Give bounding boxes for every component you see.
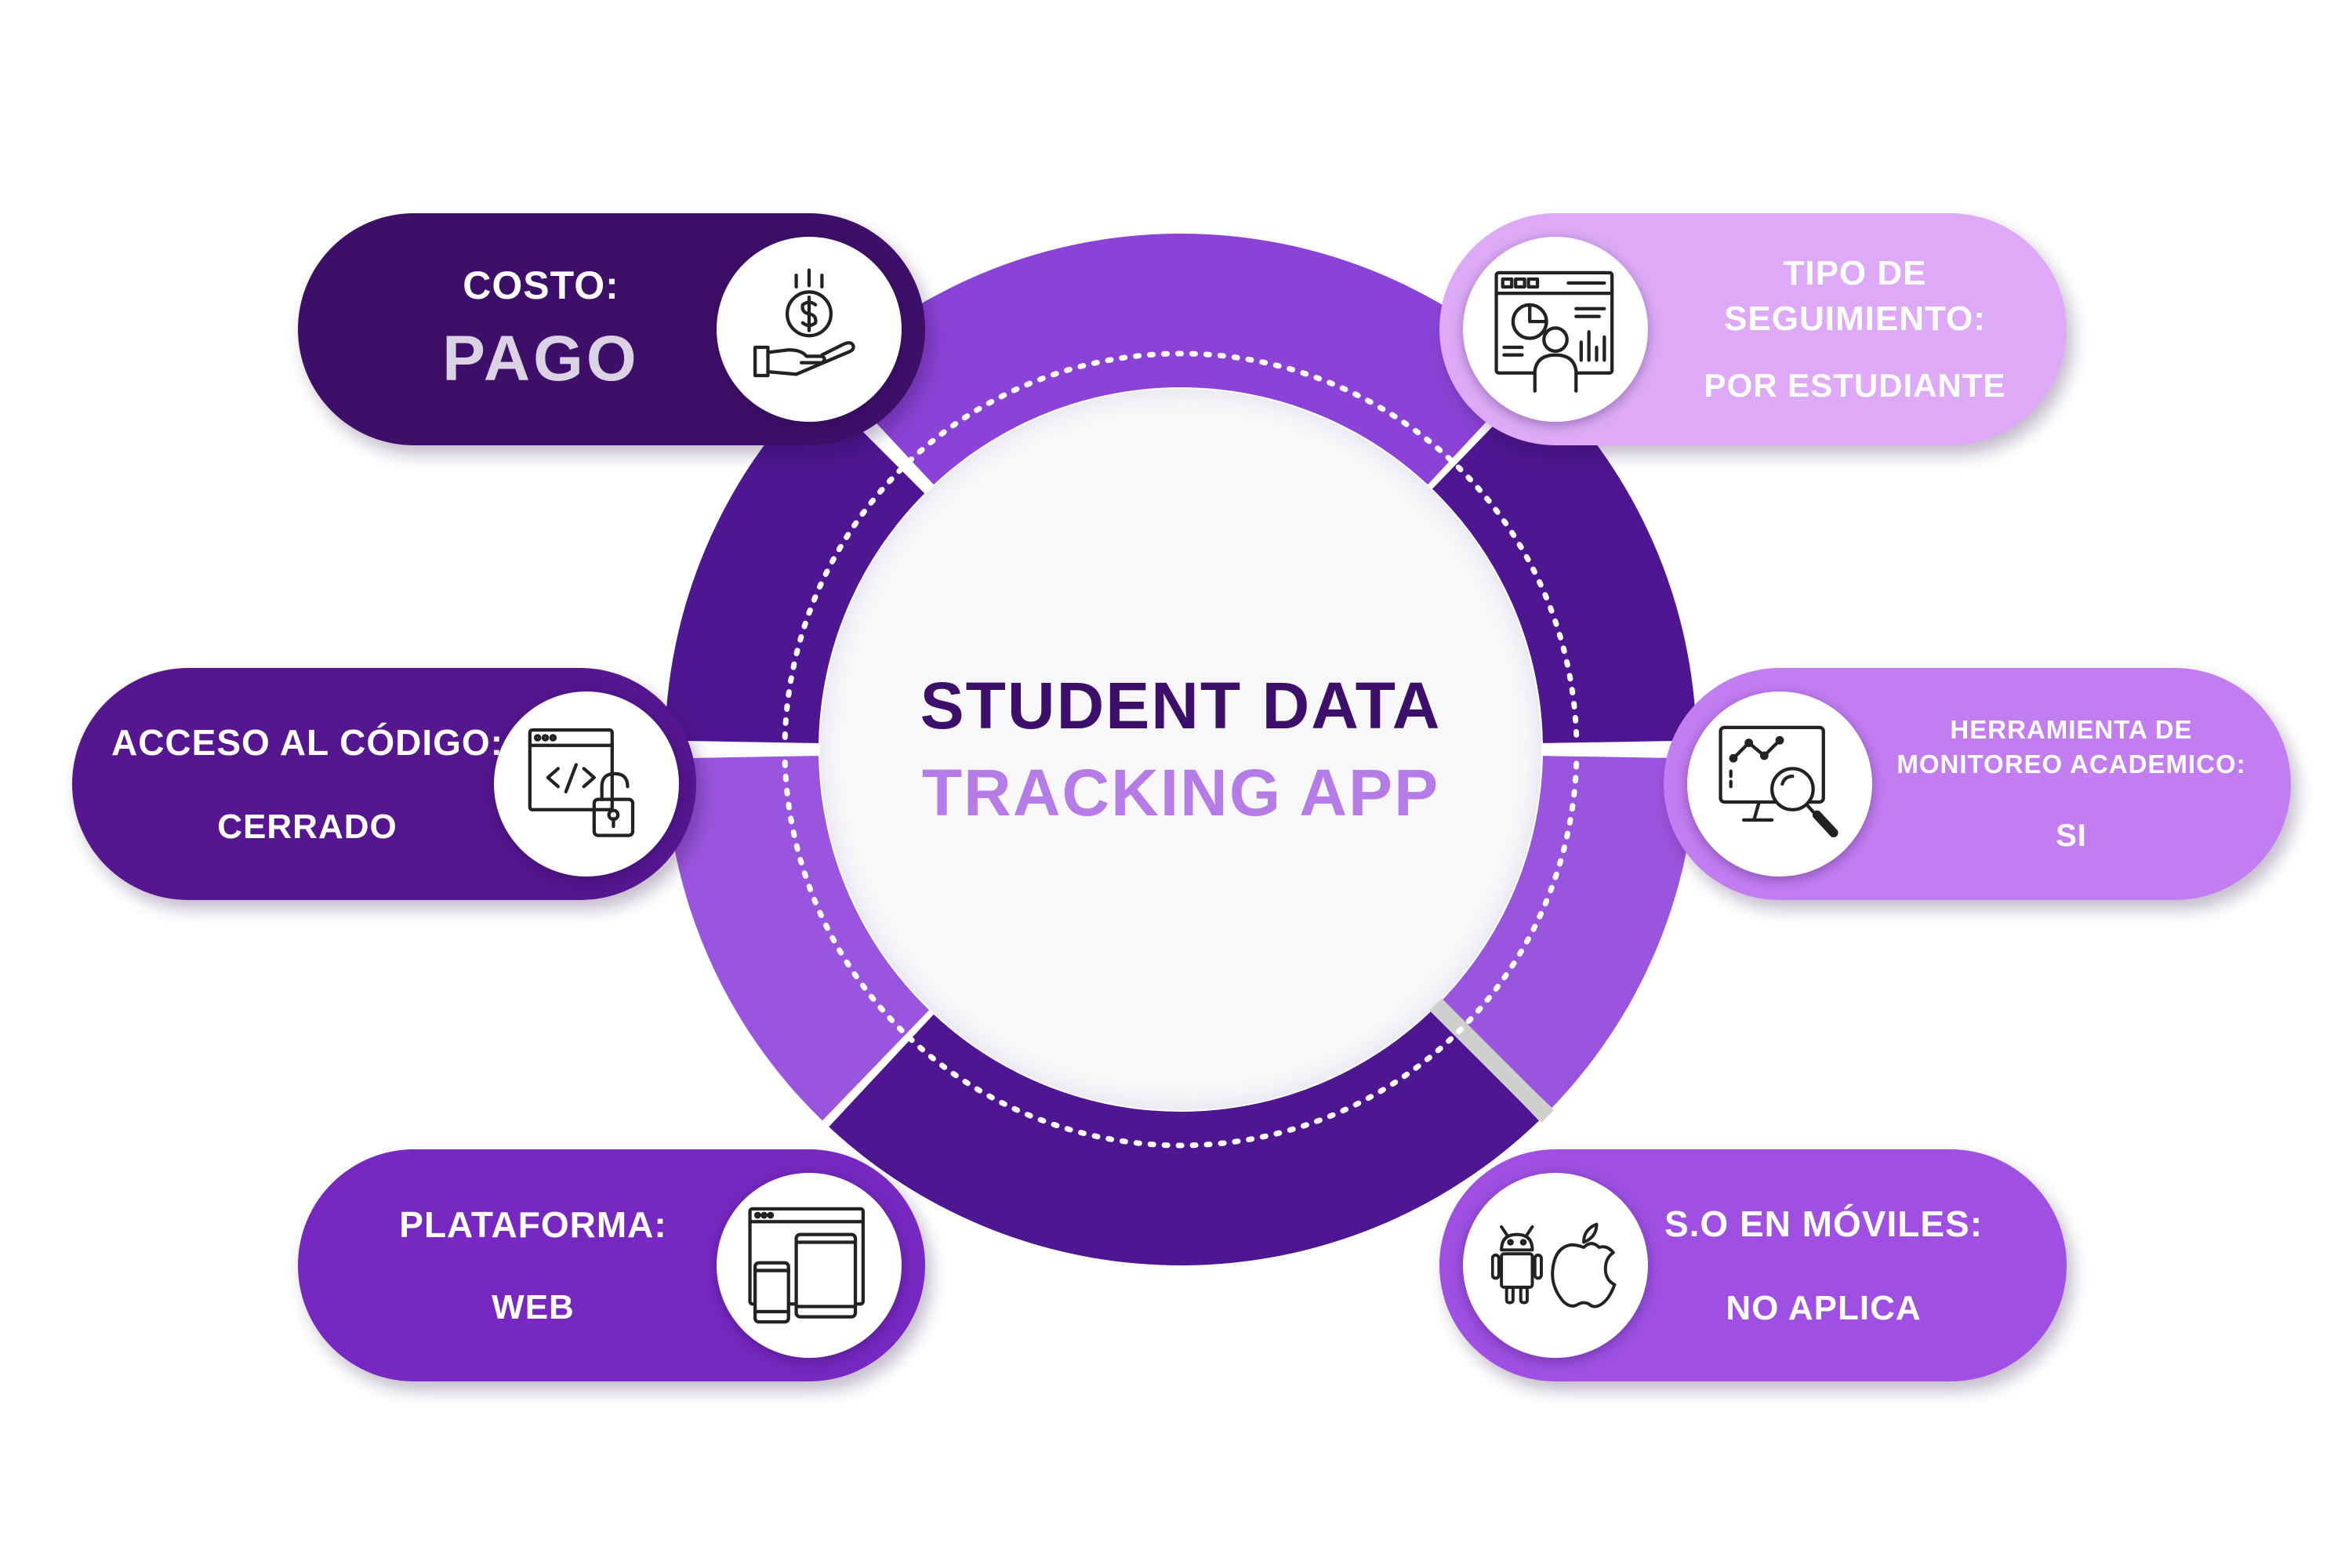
- center-circle: STUDENT DATA TRACKING APP: [820, 389, 1541, 1110]
- costo-value: PAGO: [442, 323, 640, 394]
- card-plataforma-text: PLATAFORMA: WEB: [376, 1149, 690, 1381]
- acceso-label: ACCESO AL CÓDIGO:: [111, 722, 504, 763]
- dashboard-user-icon: [1494, 270, 1614, 393]
- tipo-label-line1: TIPO DE: [1783, 254, 1927, 292]
- center-subtitle: TRACKING APP: [921, 756, 1440, 829]
- center-title: STUDENT DATA: [920, 669, 1442, 742]
- card-so: S.O EN MÓVILES: NO APLICA: [1439, 1149, 2067, 1381]
- money-hand-icon: [753, 268, 855, 378]
- android-apple-icon: [1491, 1222, 1617, 1308]
- plataforma-icon-circle: [717, 1173, 902, 1358]
- card-tipo: TIPO DE SEGUIMIENTO: POR ESTUDIANTE: [1439, 213, 2067, 445]
- acceso-value: CERRADO: [217, 808, 397, 846]
- costo-label: COSTO:: [463, 263, 619, 307]
- plataforma-value: WEB: [492, 1288, 575, 1327]
- code-lock-icon: [528, 728, 635, 837]
- so-value: NO APLICA: [1726, 1289, 1922, 1327]
- card-herramienta-text: HERRAMIENTA DE MONITOREO ACADEMICO: SI: [1875, 668, 2267, 900]
- card-costo: COSTO: PAGO: [298, 213, 925, 445]
- herramienta-value: SI: [2056, 818, 2087, 853]
- devices-icon: [748, 1207, 866, 1324]
- herramienta-label-line1: HERRAMIENTA DE: [1950, 714, 2193, 744]
- plataforma-label: PLATAFORMA:: [399, 1204, 667, 1245]
- herramienta-icon-circle: [1687, 691, 1872, 877]
- acceso-icon-circle: [494, 691, 679, 877]
- card-plataforma: PLATAFORMA: WEB: [298, 1149, 925, 1381]
- tipo-value: POR ESTUDIANTE: [1704, 367, 2006, 404]
- monitor-search-icon: [1719, 725, 1838, 838]
- tipo-label-line2: SEGUIMIENTO:: [1724, 299, 1986, 338]
- card-costo-text: COSTO: PAGO: [392, 213, 690, 445]
- card-acceso-text: ACCESO AL CÓDIGO: CERRADO: [88, 668, 527, 900]
- costo-icon-circle: [717, 237, 902, 422]
- so-label: S.O EN MÓVILES:: [1664, 1203, 1984, 1244]
- tipo-icon-circle: [1463, 237, 1648, 422]
- card-so-text: S.O EN MÓVILES: NO APLICA: [1651, 1149, 1996, 1381]
- card-tipo-text: TIPO DE SEGUIMIENTO: POR ESTUDIANTE: [1667, 213, 2043, 445]
- card-herramienta: HERRAMIENTA DE MONITOREO ACADEMICO: SI: [1664, 668, 2291, 900]
- herramienta-label-line2: MONITOREO ACADEMICO:: [1896, 749, 2246, 779]
- so-icon-circle: [1463, 1173, 1648, 1358]
- card-acceso: ACCESO AL CÓDIGO: CERRADO: [72, 668, 696, 900]
